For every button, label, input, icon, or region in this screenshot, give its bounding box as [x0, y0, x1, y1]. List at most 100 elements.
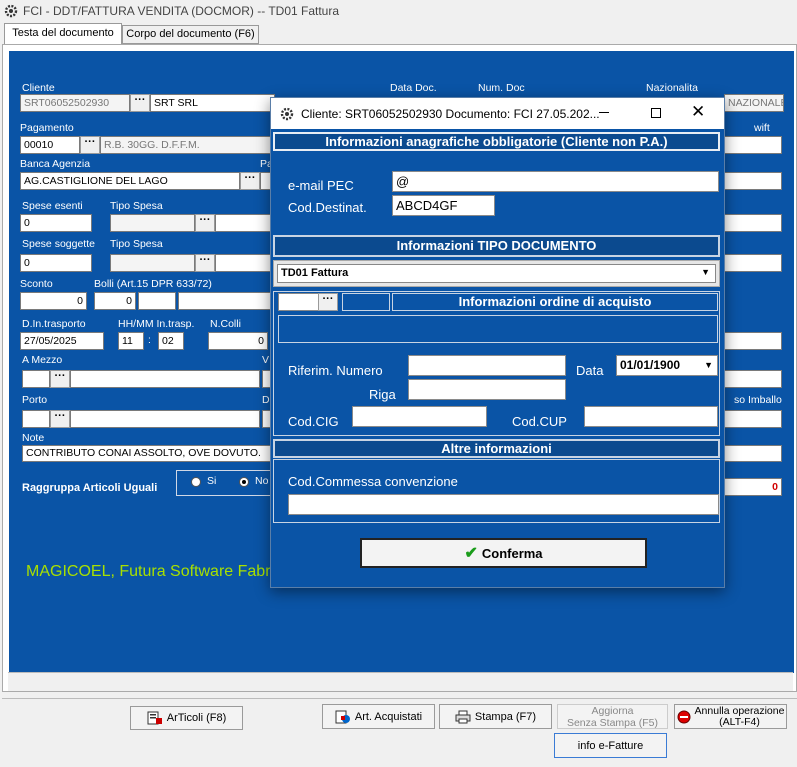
annulla-label-2: (ALT-F4) — [719, 715, 760, 728]
pagamento-desc-field: R.B. 30GG. D.F.F.M. — [100, 136, 275, 154]
tipo-doc-value: TD01 Fattura — [281, 267, 349, 279]
dialog-title: Cliente: SRT06052502930 Documento: FCI 2… — [301, 107, 600, 121]
ordine-lookup-button[interactable]: ··· — [318, 293, 338, 311]
note-right-field[interactable] — [724, 445, 782, 462]
pagamento-code-field[interactable]: 00010 — [20, 136, 80, 154]
conferma-button[interactable]: ✔ Conferma — [360, 538, 647, 568]
tipo-spesa2-desc — [215, 254, 275, 272]
data-label: Data — [576, 363, 604, 378]
title-bar: FCI - DDT/FATTURA VENDITA (DOCMOR) -- TD… — [0, 0, 797, 22]
cup-field[interactable] — [584, 406, 718, 427]
minimize-button[interactable] — [599, 112, 609, 113]
num-doc-label: Num. Doc — [478, 82, 525, 94]
nazionalita-value: NAZIONALE — [728, 97, 784, 109]
app-gear-icon — [4, 4, 18, 18]
sec1-header: Informazioni anagrafiche obbligatorie (C… — [273, 132, 720, 151]
data-field[interactable]: 01/01/1900 ▼ — [616, 355, 718, 376]
tab-testa-label: Testa del documento — [12, 27, 114, 39]
tipo-spesa-label: Tipo Spesa — [110, 200, 163, 212]
right-field-3[interactable] — [724, 214, 782, 232]
conferma-label: Conferma — [481, 545, 543, 561]
acquistati-icon — [335, 710, 350, 723]
tipo-doc-select[interactable]: TD01 Fattura ▼ — [273, 260, 720, 287]
info-efatture-button[interactable]: info e-Fatture — [554, 733, 667, 758]
ncolli-field[interactable]: 0 — [208, 332, 268, 350]
mm-field[interactable]: 02 — [158, 332, 184, 350]
porto-label: Porto — [22, 394, 48, 406]
right-field-2[interactable] — [724, 172, 782, 190]
tab-corpo[interactable]: Corpo del documento (F6) — [122, 25, 259, 44]
si-radio[interactable] — [191, 477, 201, 487]
tab-strip: Testa del documento Corpo del documento … — [0, 23, 797, 44]
sec3-header: Informazioni ordine di acquisto — [392, 293, 718, 311]
bolli-extra-field[interactable] — [138, 292, 176, 310]
acquistati-button[interactable]: Art. Acquistati — [322, 704, 435, 729]
nazionalita-field[interactable]: NAZIONALE — [724, 94, 784, 112]
bolli-desc-field[interactable] — [178, 292, 275, 310]
aggiorna-label-1: Aggiorna — [591, 704, 634, 717]
right-field-4[interactable] — [724, 254, 782, 272]
horizontal-scrollbar[interactable] — [8, 672, 793, 691]
stampa-button[interactable]: Stampa (F7) — [439, 704, 552, 729]
amezzo-desc-field[interactable] — [70, 370, 260, 388]
sec2-header: Informazioni TIPO DOCUMENTO — [273, 235, 720, 257]
total-red-field: 0 — [724, 478, 782, 496]
window-title: FCI - DDT/FATTURA VENDITA (DOCMOR) -- TD… — [23, 4, 340, 18]
amezzo-lookup-button[interactable]: ··· — [50, 370, 70, 388]
sconto-field[interactable]: 0 — [20, 292, 87, 310]
tab-testa[interactable]: Testa del documento — [4, 23, 122, 44]
coddest-field[interactable]: ABCD4GF — [392, 195, 495, 216]
ordine-small-box — [342, 293, 390, 311]
swift-label: wift — [754, 122, 770, 134]
cup-label: Cod.CUP — [512, 414, 567, 429]
tipo-spesa-field[interactable] — [110, 214, 195, 232]
d-label: D — [262, 394, 270, 406]
close-icon[interactable]: ✕ — [691, 103, 705, 121]
annulla-button[interactable]: Annulla operazione (ALT-F4) — [674, 704, 787, 729]
porto-lookup-button[interactable]: ··· — [50, 410, 70, 428]
right-field-6[interactable] — [724, 370, 782, 388]
pagamento-lookup-button[interactable]: ··· — [80, 136, 100, 154]
note-field[interactable]: CONTRIBUTO CONAI ASSOLTO, OVE DOVUTO. — [22, 445, 272, 462]
hh-field[interactable]: 11 — [118, 332, 144, 350]
imballo-field[interactable] — [724, 410, 782, 428]
commessa-field[interactable] — [288, 494, 719, 515]
spese-soggette-field[interactable]: 0 — [20, 254, 92, 272]
cig-label: Cod.CIG — [288, 414, 339, 429]
tipo-spesa2-lookup[interactable]: ··· — [195, 254, 215, 272]
riga-field[interactable] — [408, 379, 566, 400]
cig-field[interactable] — [352, 406, 487, 427]
right-field-5[interactable] — [724, 332, 782, 350]
tipo-spesa2-field[interactable] — [110, 254, 195, 272]
maximize-button[interactable] — [651, 108, 661, 118]
banca-label: Banca Agenzia — [20, 158, 91, 170]
articoli-button[interactable]: ArTicoli (F8) — [130, 706, 243, 730]
porto-desc-field[interactable] — [70, 410, 260, 428]
stampa-label: Stampa (F7) — [474, 710, 537, 723]
banca-field[interactable]: AG.CASTIGLIONE DEL LAGO — [20, 172, 240, 190]
porto-code-field[interactable] — [22, 410, 50, 428]
date-dropdown-icon: ▼ — [704, 360, 713, 370]
swift-field[interactable] — [724, 136, 782, 154]
bolli-field[interactable]: 0 — [94, 292, 136, 310]
no-radio[interactable] — [239, 477, 249, 487]
tipo-spesa-lookup[interactable]: ··· — [195, 214, 215, 232]
watermark-text: MAGICOEL, Futura Software Fabriano — [26, 563, 301, 580]
amezzo-code-field[interactable] — [22, 370, 50, 388]
pec-field[interactable]: @ — [392, 171, 719, 192]
annulla-labels: Annulla operazione (ALT-F4) — [695, 705, 785, 728]
spese-esenti-field[interactable]: 0 — [20, 214, 92, 232]
numero-field[interactable] — [408, 355, 566, 376]
banca-lookup-button[interactable]: ··· — [240, 172, 260, 190]
raggruppa-group: Si No — [176, 470, 272, 496]
cliente-lookup-button[interactable]: ··· — [130, 94, 150, 112]
dintrasporto-field[interactable]: 27/05/2025 — [20, 332, 104, 350]
checkmark-icon: ✔ — [464, 545, 478, 562]
sec4-body: Cod.Commessa convenzione — [273, 459, 720, 523]
aggiorna-button[interactable]: Aggiorna Senza Stampa (F5) — [557, 704, 668, 729]
cliente-code-field[interactable]: SRT06052502930 — [20, 94, 130, 112]
cliente-label: Cliente — [22, 82, 55, 94]
bottom-toolbar: ArTicoli (F8) Art. Acquistati Stampa (F7… — [2, 698, 797, 767]
cliente-name-field[interactable]: SRT SRL — [150, 94, 275, 112]
pec-label: e-mail PEC — [288, 178, 354, 193]
